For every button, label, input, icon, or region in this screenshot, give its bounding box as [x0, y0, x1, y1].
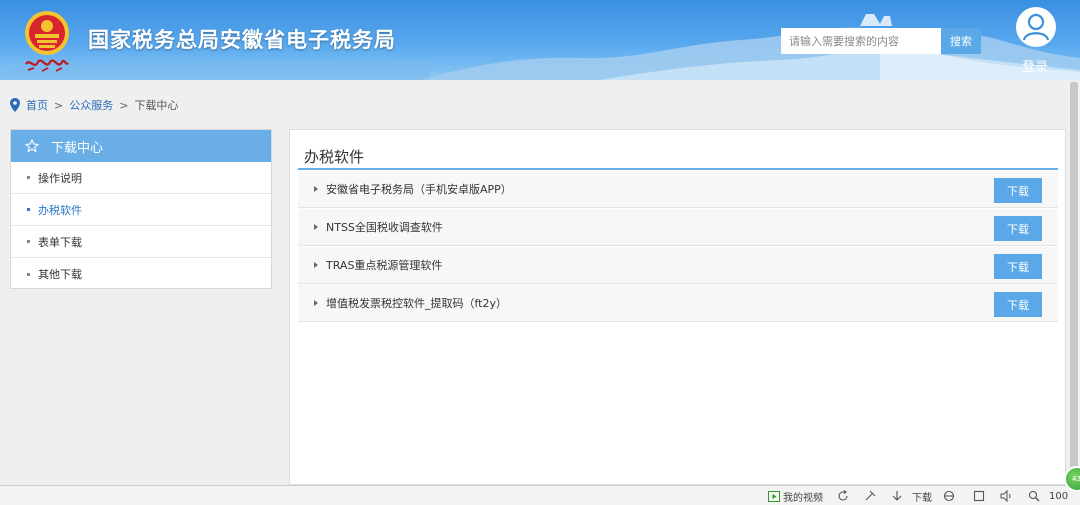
window-icon[interactable] — [973, 489, 985, 503]
sidebar: 下载中心 操作说明 办税软件 表单下载 其他下载 — [10, 129, 272, 289]
software-name: NTSS全国税收调查软件 — [326, 221, 443, 234]
pin-icon[interactable] — [864, 489, 876, 503]
bullet-icon — [27, 176, 30, 179]
accelerator-badge-value: 43 — [1072, 475, 1080, 483]
download-button[interactable]: 下载 — [994, 254, 1042, 279]
vertical-scrollbar[interactable] — [1068, 80, 1080, 485]
panel-divider — [298, 168, 1058, 170]
sidebar-item-label: 操作说明 — [38, 171, 82, 185]
sidebar-item-label: 表单下载 — [38, 235, 82, 249]
bullet-icon — [27, 272, 30, 276]
zoom-icon[interactable] — [1028, 489, 1040, 503]
caret-right-icon — [314, 224, 318, 230]
breadcrumb-public-service[interactable]: 公众服务 — [69, 97, 113, 113]
caret-right-icon — [314, 262, 318, 268]
star-outline-icon — [25, 139, 39, 153]
breadcrumb-separator: > — [54, 98, 64, 112]
caret-right-icon — [314, 186, 318, 192]
breadcrumb-current: 下载中心 — [134, 99, 179, 112]
download-arrow-icon — [892, 491, 902, 501]
my-video-button[interactable]: 我的视频 — [768, 489, 823, 504]
speaker-icon[interactable] — [1000, 489, 1014, 503]
software-row: TRAS重点税源管理软件 下载 — [298, 247, 1058, 284]
video-play-icon — [768, 490, 780, 502]
download-manager-button[interactable]: 下载 — [891, 489, 932, 504]
browser-status-bar: 我的视频 下载 100 — [0, 485, 1080, 505]
scroll-thumb[interactable] — [1070, 82, 1078, 483]
breadcrumb-separator: > — [119, 98, 129, 112]
software-row: 增值税发票税控软件_提取码（ft2y） 下载 — [298, 285, 1058, 322]
sidebar-item-label: 办税软件 — [38, 203, 82, 217]
download-button[interactable]: 下载 — [994, 292, 1042, 317]
sidebar-item-label: 其他下载 — [38, 268, 82, 281]
my-video-label: 我的视频 — [783, 492, 823, 504]
software-row: NTSS全国税收调查软件 下载 — [298, 209, 1058, 246]
breadcrumb: 首页 > 公众服务 > 下载中心 — [10, 97, 178, 113]
download-button[interactable]: 下载 — [994, 216, 1042, 241]
zoom-level[interactable]: 100 — [1049, 489, 1068, 503]
sidebar-item-instructions[interactable]: 操作说明 — [11, 162, 271, 194]
refresh-icon[interactable] — [837, 489, 849, 503]
sidebar-header: 下载中心 — [11, 130, 271, 162]
ie-icon[interactable] — [943, 489, 955, 503]
site-header: 国家税务总局安徽省电子税务局 搜索 登录 — [0, 0, 1080, 80]
breadcrumb-home[interactable]: 首页 — [26, 97, 48, 113]
sidebar-title: 下载中心 — [51, 140, 104, 156]
login-link[interactable]: 登录 — [1022, 56, 1048, 75]
software-row: 安徽省电子税务局（手机安卓版APP） 下载 — [298, 171, 1058, 208]
site-title: 国家税务总局安徽省电子税务局 — [88, 28, 396, 52]
main-panel: 办税软件 安徽省电子税务局（手机安卓版APP） 下载 NTSS全国税收调查软件 … — [289, 129, 1066, 485]
sidebar-item-tax-software[interactable]: 办税软件 — [11, 194, 271, 226]
caret-right-icon — [314, 300, 318, 306]
software-name: TRAS重点税源管理软件 — [326, 259, 443, 272]
search-button[interactable]: 搜索 — [941, 28, 981, 54]
sidebar-item-other-download[interactable]: 其他下载 — [11, 258, 271, 290]
sidebar-item-form-download[interactable]: 表单下载 — [11, 226, 271, 258]
download-label: 下载 — [912, 492, 932, 504]
panel-title: 办税软件 — [304, 148, 365, 166]
user-icon[interactable] — [1016, 7, 1056, 47]
tax-emblem-icon — [25, 11, 69, 72]
bullet-icon — [27, 240, 30, 243]
search-input[interactable] — [781, 28, 941, 54]
location-pin-icon — [10, 98, 20, 112]
download-button[interactable]: 下载 — [994, 178, 1042, 203]
software-name: 安徽省电子税务局（手机安卓版APP） — [326, 183, 512, 196]
software-name: 增值税发票税控软件_提取码（ft2y） — [326, 297, 507, 310]
bullet-icon — [27, 208, 30, 211]
